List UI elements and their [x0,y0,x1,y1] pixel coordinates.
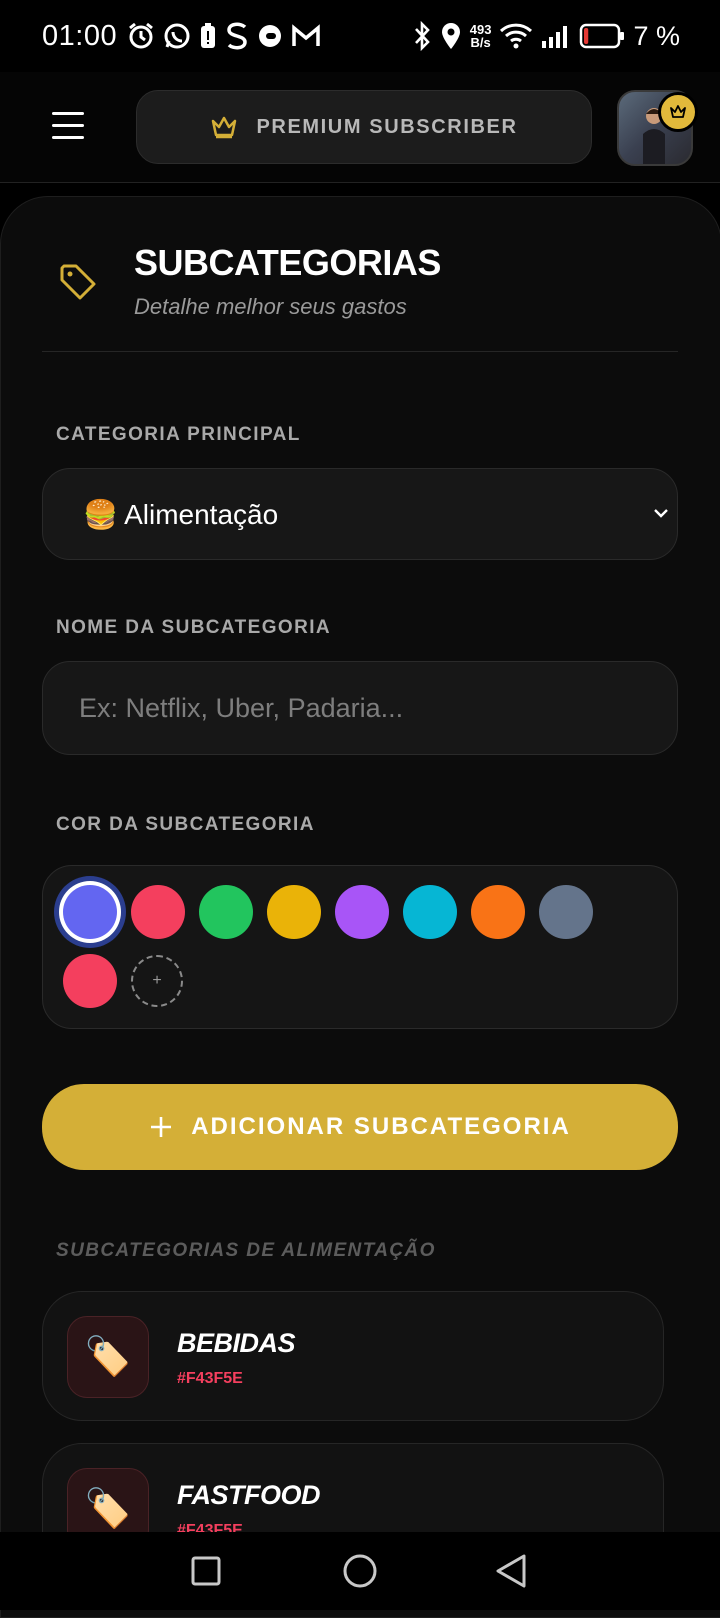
divider [42,351,678,352]
status-time: 01:00 [42,19,118,52]
network-speed-unit: B/s [470,35,491,50]
item-hex: #F43F5E [177,1370,243,1387]
color-swatch[interactable] [267,885,321,939]
location-icon [441,23,460,49]
page-subtitle: Detalhe melhor seus gastos [134,294,407,319]
battery-icon [580,23,625,49]
list-heading: SUBCATEGORIAS DE ALIMENTAÇÃO [56,1240,436,1261]
add-color-symbol: + [152,972,162,989]
subcategory-name-input[interactable] [77,691,641,725]
add-subcategory-label: ADICIONAR SUBCATEGORIA [191,1113,571,1140]
hamburger-menu-icon[interactable] [52,112,84,140]
system-nav-bar [0,1532,720,1610]
battery-saver-icon [201,23,216,48]
premium-badge[interactable]: PREMIUM SUBSCRIBER [136,90,592,164]
color-swatch[interactable] [403,885,457,939]
color-swatch[interactable] [63,954,117,1008]
color-swatch[interactable] [539,885,593,939]
bluetooth-icon [414,21,430,51]
signal-icon [542,26,568,48]
color-label: COR DA SUBCATEGORIA [56,814,315,835]
subcategory-name-label: NOME DA SUBCATEGORIA [56,617,331,638]
item-icon: 🏷️ [84,1336,132,1378]
item-icon: 🏷️ [84,1488,132,1530]
list-item[interactable]: 🏷️ BEBIDAS #F43F5E [42,1291,664,1421]
status-bar: 01:00 493 B/s 7 % [0,0,720,72]
category-label: CATEGORIA PRINCIPAL [56,424,301,445]
tag-icon: 🏷️ [67,1316,149,1398]
category-select-value: 🍔 Alimentação [83,498,279,530]
chevron-down-icon [654,509,668,518]
s-app-icon [227,22,247,50]
back-button[interactable] [451,1532,571,1610]
wifi-icon [500,23,533,49]
avatar-crown-badge [658,92,698,132]
tag-icon [60,264,96,300]
plus-icon [151,1117,172,1137]
crown-icon [670,105,686,118]
network-speed: 493 B/s [470,23,492,49]
color-swatch[interactable] [471,885,525,939]
color-swatch[interactable] [131,885,185,939]
recents-button[interactable] [146,1532,266,1610]
premium-label: PREMIUM SUBSCRIBER [256,115,518,138]
add-subcategory-button[interactable]: ADICIONAR SUBCATEGORIA [42,1084,678,1170]
chat-icon [259,25,282,47]
whatsapp-icon [164,23,190,49]
alarm-icon [129,22,154,49]
home-circle-icon [343,1554,377,1588]
crown-icon [212,116,237,139]
home-button[interactable] [300,1532,420,1610]
item-name: BEBIDAS [177,1328,296,1358]
add-color-button[interactable]: + [131,955,183,1007]
recents-square-icon [191,1556,221,1586]
item-name: FASTFOOD [177,1480,321,1510]
color-swatch[interactable] [63,885,117,939]
subcategory-name-field[interactable] [42,661,678,755]
page-title: SUBCATEGORIAS [134,242,441,283]
category-select[interactable]: 🍔 Alimentação [42,468,678,560]
color-swatch[interactable] [335,885,389,939]
gmail-icon [292,24,320,46]
app-header: PREMIUM SUBSCRIBER [0,72,720,183]
back-triangle-icon [496,1554,526,1588]
color-swatch[interactable] [199,885,253,939]
battery-percent: 7 % [633,20,680,51]
